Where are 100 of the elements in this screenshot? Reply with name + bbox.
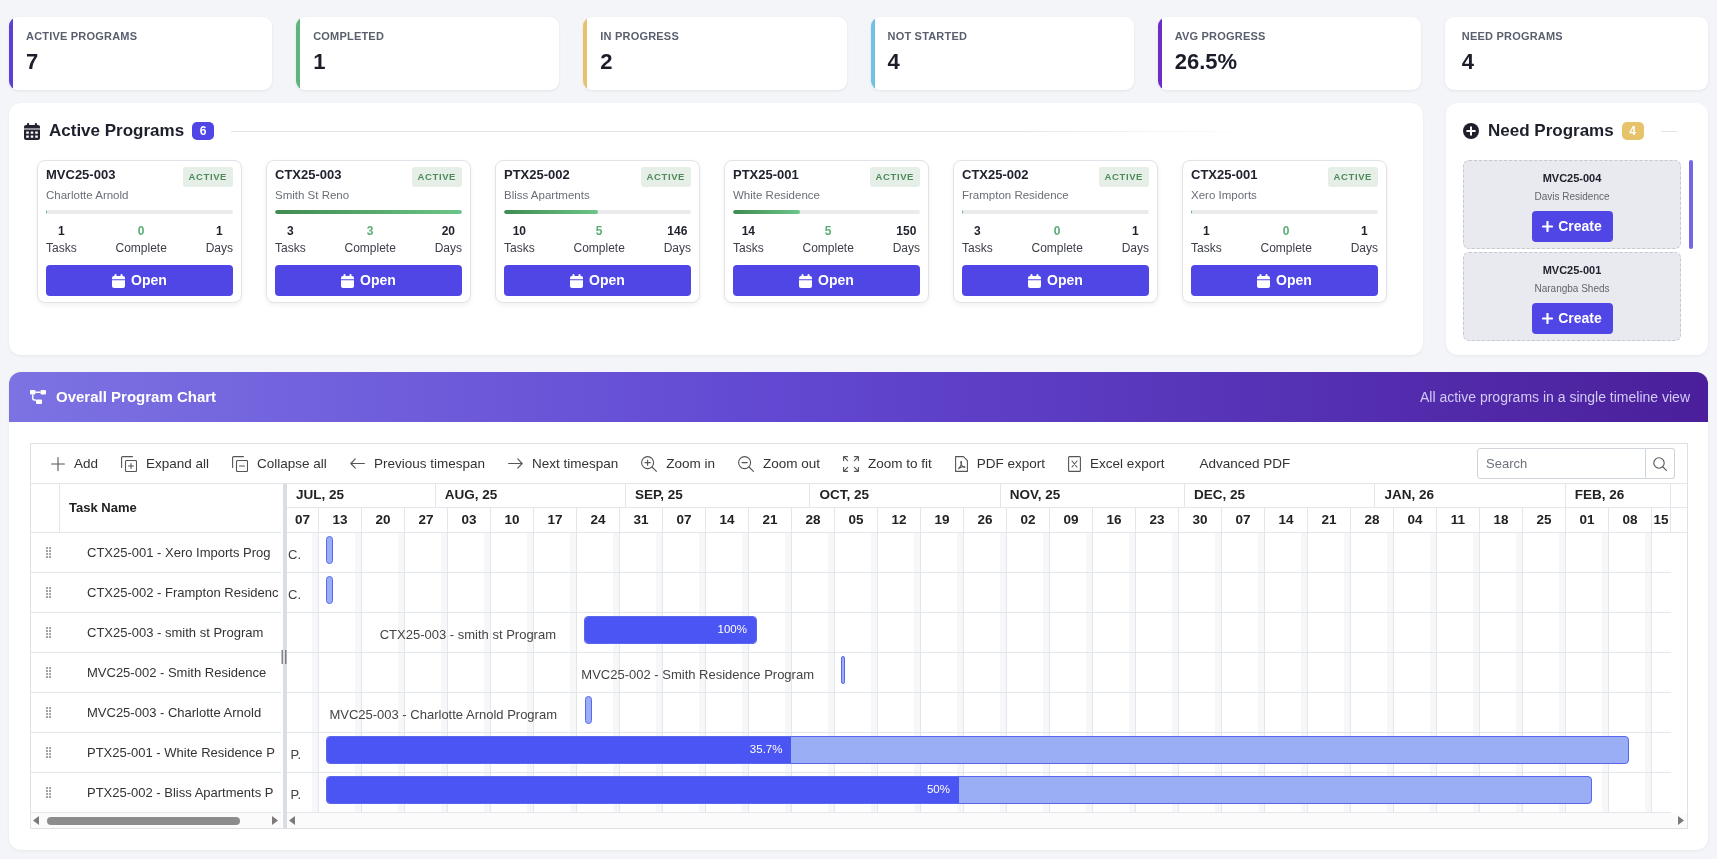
gantt-bar[interactable] — [326, 536, 333, 564]
count-badge: 6 — [192, 122, 215, 140]
drag-handle-icon[interactable] — [46, 707, 51, 718]
program-code: MVC25-003 — [46, 167, 117, 183]
excel-file-icon — [1068, 455, 1082, 472]
week-header: 15 — [1652, 508, 1671, 532]
zoom-out-icon — [738, 455, 754, 472]
stat-label: NOT STARTED — [887, 30, 968, 43]
tasks-label: Tasks — [46, 241, 77, 256]
gantt-bar[interactable]: 35.7% — [326, 736, 1629, 764]
complete-label: Complete — [344, 241, 396, 256]
client-name: Smith St Reno — [275, 188, 350, 202]
week-header: 28 — [792, 508, 835, 532]
week-header: 09 — [1050, 508, 1093, 532]
week-header: 05 — [835, 508, 878, 532]
bar-label: MVC25-002 - Smith Residence Program — [581, 665, 814, 684]
drag-handle-icon[interactable] — [46, 667, 51, 678]
pdf-file-icon — [954, 455, 968, 472]
tasks-label: Tasks — [1191, 241, 1222, 256]
month-header: FEB, 26 — [1565, 484, 1671, 507]
gantt-bar[interactable]: 50% — [326, 776, 1592, 804]
program-code: CTX25-001 — [1191, 167, 1258, 183]
count-badge: 4 — [1621, 122, 1644, 140]
zoom-in-icon — [641, 455, 658, 472]
week-header: 12 — [878, 508, 921, 532]
client-name: White Residence — [733, 188, 820, 202]
drag-handle-icon[interactable] — [46, 627, 51, 638]
task-count: 1 — [1202, 224, 1211, 239]
scroll-right-icon[interactable] — [272, 816, 278, 825]
month-header: SEP, 25 — [626, 484, 811, 507]
week-header: 07 — [663, 508, 706, 532]
zoom-out-button[interactable]: Zoom out — [738, 455, 821, 472]
client-name: Xero Imports — [1191, 188, 1258, 202]
status-badge: ACTIVE — [182, 167, 233, 187]
gantt-bar[interactable] — [585, 696, 592, 724]
collapse-all-button[interactable]: Collapse all — [232, 455, 327, 472]
gantt-bar[interactable] — [841, 656, 845, 684]
search-button[interactable] — [1646, 448, 1675, 479]
plus-icon — [51, 456, 65, 471]
expand-all-button[interactable]: Expand all — [121, 455, 210, 472]
complete-label: Complete — [1031, 241, 1083, 256]
stat-value: 26.5% — [1174, 49, 1239, 75]
scroll-left-icon[interactable] — [289, 816, 295, 825]
add-button[interactable]: Add — [51, 455, 99, 472]
zoom-to-fit-button[interactable]: Zoom to fit — [843, 455, 932, 472]
gantt-bar[interactable]: 100% — [584, 616, 757, 644]
next-timespan-button[interactable]: Next timespan — [507, 455, 619, 472]
open-button[interactable]: Open — [1191, 265, 1378, 296]
scroll-left-icon[interactable] — [33, 816, 39, 825]
week-header: 04 — [1394, 508, 1437, 532]
open-button[interactable]: Open — [962, 265, 1149, 296]
scrollbar-thumb[interactable] — [1689, 160, 1693, 249]
scroll-right-icon[interactable] — [1678, 816, 1684, 825]
week-header: 25 — [1523, 508, 1566, 532]
week-header: 21 — [749, 508, 792, 532]
pdf-export-button[interactable]: PDF export — [954, 455, 1046, 472]
task-name: CTX25-003 - smith st Program — [87, 624, 264, 640]
days-label: Days — [434, 241, 462, 256]
days-label: Days — [205, 241, 233, 256]
days-label: Days — [892, 241, 920, 256]
days-label: Days — [1121, 241, 1149, 256]
status-badge: ACTIVE — [411, 167, 462, 187]
scrollbar-thumb[interactable] — [47, 816, 240, 825]
previous-timespan-button[interactable]: Previous timespan — [349, 455, 485, 472]
advanced-pdf-button[interactable]: Advanced PDF — [1199, 455, 1291, 472]
search-field[interactable]: Search — [1477, 448, 1646, 479]
week-header: 17 — [534, 508, 577, 532]
task-name: MVC25-002 - Smith Residence — [87, 664, 267, 680]
progress-label: 35.7% — [749, 742, 783, 758]
calendar-icon — [1257, 273, 1271, 288]
zoom-in-button[interactable]: Zoom in — [641, 455, 715, 472]
week-header: 10 — [491, 508, 534, 532]
complete-count: 0 — [136, 224, 146, 239]
week-header: 07 — [287, 508, 319, 532]
drag-handle-icon[interactable] — [46, 747, 51, 758]
open-button[interactable]: Open — [504, 265, 691, 296]
open-button[interactable]: Open — [275, 265, 462, 296]
stat-value: 1 — [313, 49, 327, 75]
create-button[interactable]: Create — [1531, 211, 1613, 242]
days-count: 20 — [440, 224, 456, 239]
status-badge: ACTIVE — [1098, 167, 1149, 187]
resize-handle-icon[interactable] — [281, 650, 287, 664]
open-button[interactable]: Open — [733, 265, 920, 296]
week-header: 01 — [1566, 508, 1609, 532]
week-header: 20 — [362, 508, 405, 532]
drag-handle-icon[interactable] — [46, 587, 51, 598]
bar-label: CTX25-003 - smith st Program — [379, 625, 556, 644]
days-count: 150 — [895, 224, 918, 239]
open-button[interactable]: Open — [46, 265, 233, 296]
drag-handle-icon[interactable] — [46, 547, 51, 558]
stat-value: 2 — [600, 49, 614, 75]
diagram-icon — [30, 390, 46, 404]
client-name: Charlotte Arnold — [46, 188, 129, 202]
tasks-label: Tasks — [733, 241, 764, 256]
gantt-bar[interactable] — [326, 576, 333, 604]
week-header: 13 — [319, 508, 362, 532]
complete-count: 5 — [823, 224, 833, 239]
excel-export-button[interactable]: Excel export — [1068, 455, 1165, 472]
drag-handle-icon[interactable] — [46, 787, 51, 798]
create-button[interactable]: Create — [1531, 303, 1613, 334]
